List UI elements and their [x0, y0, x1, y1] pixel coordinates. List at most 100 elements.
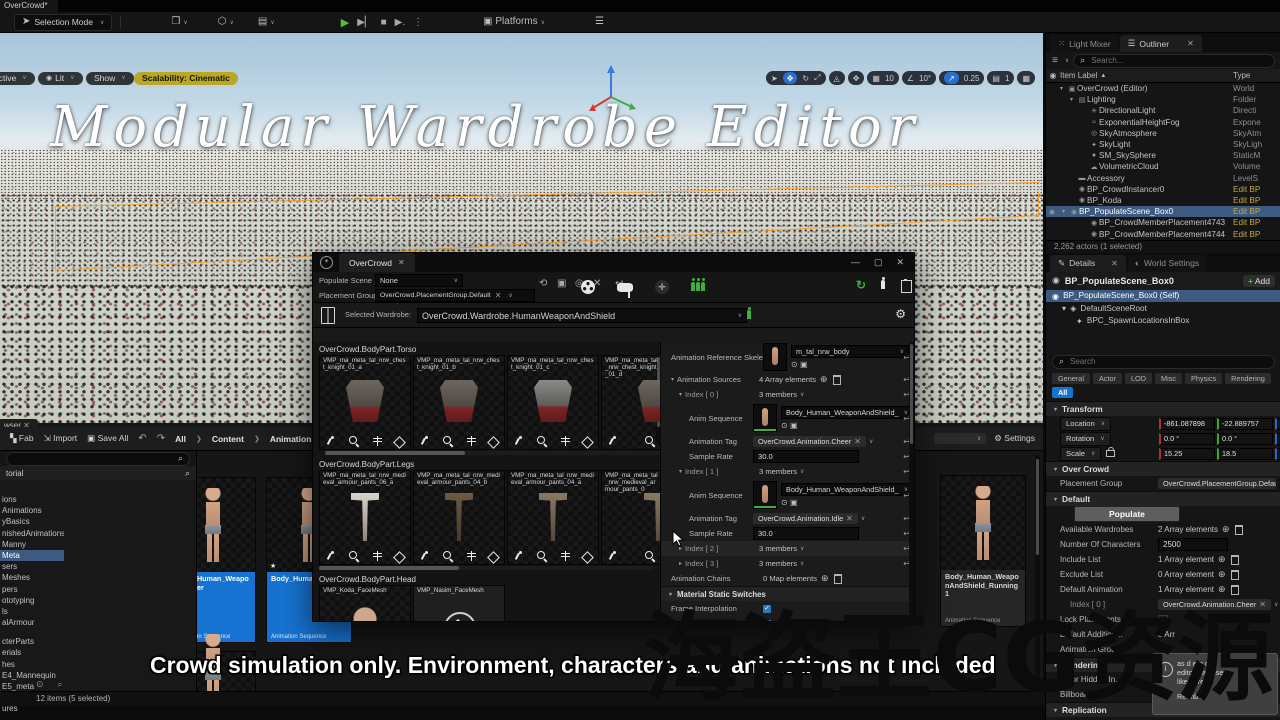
outliner-search[interactable]: ⌕: [1073, 54, 1275, 68]
rotate-tool-icon[interactable]: ↻: [802, 74, 809, 83]
add-element-icon[interactable]: ⊕: [821, 573, 829, 584]
browse-icon[interactable]: ▣: [790, 498, 798, 507]
folder-item[interactable]: sers: [0, 561, 64, 572]
fab-button[interactable]: ▚ Fab: [10, 433, 34, 444]
rotation-y[interactable]: 0.0 °: [1217, 433, 1273, 445]
camera-speed-value[interactable]: 1: [1005, 74, 1009, 83]
skeleton-icon[interactable]: [466, 436, 476, 446]
sample-rate-input[interactable]: 30.0: [753, 527, 859, 540]
outliner-row[interactable]: ◎SkyAtmosphereSkyAtm: [1046, 128, 1280, 139]
selection-mode-dropdown[interactable]: ➤ Selection Mode ∨: [14, 14, 112, 31]
folder-item[interactable]: yBasics: [0, 516, 64, 527]
preview-character-icon[interactable]: [747, 310, 752, 321]
scale-lock-icon[interactable]: [1106, 450, 1115, 457]
outliner-row[interactable]: ●SM_SkySphereStaticM: [1046, 150, 1280, 161]
wardrobe-card[interactable]: VMP_ma_meta_tal_nrw_chest_knight_01_a: [319, 355, 411, 450]
add-element-icon[interactable]: ⊕: [1218, 554, 1226, 565]
tab-world-settings[interactable]: ◐World Settings: [1127, 255, 1207, 272]
skeleton-thumbnail[interactable]: [763, 343, 787, 371]
wardrobe-card[interactable]: VMP_ma_meta_tal_nrw_chest_knight_01_b: [413, 355, 505, 450]
populate-scene-dropdown[interactable]: None∨: [375, 274, 463, 287]
close-icon[interactable]: ✕: [896, 257, 904, 268]
anim-sequence-dropdown[interactable]: Body_Human_WeaponAndShield_∨: [781, 483, 913, 496]
add-element-icon[interactable]: ⊕: [820, 374, 828, 385]
camera-speed-icon[interactable]: ▤: [992, 74, 1000, 83]
chip-rendering[interactable]: Rendering: [1225, 373, 1271, 384]
eye-icon[interactable]: ◉: [1046, 208, 1058, 216]
skeleton-icon[interactable]: [372, 551, 382, 561]
component-row-selected[interactable]: ◉BP_PopulateScene_Box0 (Self): [1046, 290, 1280, 303]
outliner-row[interactable]: ◉BP_KodaEdit BP: [1046, 195, 1280, 206]
details-search-input[interactable]: [1068, 356, 1268, 367]
selected-wardrobe-dropdown[interactable]: OverCrowd.Wardrobe.HumanWeaponAndShield∨: [417, 308, 747, 323]
folder-item[interactable]: Meshes: [0, 572, 64, 583]
placement-group-value[interactable]: OverCrowd.PlacementGroup.Default✕: [1158, 478, 1276, 489]
frame-skip-button[interactable]: ▶▏: [357, 17, 372, 28]
play-to-button[interactable]: ▶.: [395, 17, 405, 28]
person-icon[interactable]: [881, 280, 886, 291]
trash-icon[interactable]: [1231, 570, 1239, 580]
folder-item[interactable]: ls: [0, 606, 64, 617]
view-filter-dropdown[interactable]: ∨: [934, 433, 986, 444]
scale-snap-icon[interactable]: ↗: [944, 72, 959, 84]
folder-item[interactable]: alArmour: [0, 617, 64, 628]
animation-tag-chip[interactable]: OverCrowd.Animation.Cheer✕: [753, 436, 866, 447]
crowd-group-icon[interactable]: [691, 282, 706, 293]
maximize-icon[interactable]: ▢: [874, 257, 883, 268]
trash-icon[interactable]: [1235, 525, 1243, 535]
index-2-row[interactable]: ▸Index [ 2 ]3 members∨↩: [661, 541, 914, 556]
animation-sources-row[interactable]: ▾Animation Sources4 Array elements⊕↩: [661, 372, 914, 387]
breadcrumb-content[interactable]: Content: [212, 434, 244, 444]
lit-mode-button[interactable]: ◉Lit∨: [38, 72, 83, 85]
scale-tool-icon[interactable]: ⤢: [814, 73, 820, 83]
animate-icon[interactable]: [608, 551, 618, 561]
wardrobe-card[interactable]: VMP_ma_meta_tal_nrw_medieval_armour_pant…: [319, 470, 411, 565]
add-actor-icon[interactable]: ❒∨: [171, 17, 187, 27]
local-space-icon[interactable]: ✥: [853, 74, 860, 83]
move-tool-icon[interactable]: ✥: [783, 72, 798, 84]
trash-icon[interactable]: [1231, 555, 1239, 565]
populate-button[interactable]: Populate: [1074, 506, 1180, 522]
type-column[interactable]: Type: [1233, 71, 1280, 80]
folder-item[interactable]: pers: [0, 584, 64, 595]
torso-scrollbar[interactable]: [325, 451, 660, 455]
wardrobe-card[interactable]: VMP_ma_meta_tal_nrw_medieval_armour_pant…: [413, 470, 505, 565]
angle-snap-icon[interactable]: ∠: [907, 74, 914, 83]
folder-item[interactable]: erials: [0, 647, 64, 658]
rotation-z[interactable]: 85: [1275, 433, 1280, 445]
add-element-icon[interactable]: ⊕: [1218, 569, 1226, 580]
film-reel-icon[interactable]: [581, 280, 595, 294]
mesh-icon[interactable]: [581, 551, 594, 564]
location-dropdown[interactable]: Location∨: [1060, 417, 1111, 431]
scale-snap-value[interactable]: 0.25: [964, 74, 980, 83]
outliner-row[interactable]: ☀DirectionalLightDirecti: [1046, 105, 1280, 116]
folder-item[interactable]: hes: [0, 659, 64, 670]
placement-group-chip[interactable]: OverCrowd.PlacementGroup.Default✕∨: [375, 289, 535, 302]
outliner-row[interactable]: ≈ExponentialHeightFogExpone: [1046, 117, 1280, 128]
folder-item[interactable]: ototyping: [0, 595, 64, 606]
cinematics-icon[interactable]: ▤∨: [258, 17, 275, 27]
asset-card[interactable]: ★ Body_Human_Weapon_CheerAnimation Seque…: [197, 477, 256, 643]
wardrobe-card[interactable]: VMP_ma_meta_tal_nrw_chest_knight_01_c: [507, 355, 599, 450]
available-wardrobes-row[interactable]: Available Wardrobes2 Array elements⊕: [1046, 522, 1280, 537]
animate-icon[interactable]: [514, 551, 524, 561]
scale-z[interactable]: 1.0: [1275, 448, 1280, 460]
animate-icon[interactable]: [326, 436, 336, 446]
clipboard-icon[interactable]: [901, 280, 912, 293]
folder-item-selected[interactable]: Meta: [0, 550, 64, 561]
material-switches-header[interactable]: ▾Material Static Switches: [661, 586, 914, 601]
mesh-icon[interactable]: [393, 551, 406, 564]
folder-item[interactable]: cterParts: [0, 636, 64, 647]
item-label-column[interactable]: Item Label: [1060, 71, 1097, 80]
transform-section-header[interactable]: ▾Transform: [1046, 401, 1280, 416]
chip-general[interactable]: General: [1052, 373, 1090, 384]
sidebar-search[interactable]: ⌕: [6, 452, 190, 466]
wardrobe-card[interactable]: VMP_ma_meta_tal_nrw_chest_knight_01_d: [601, 355, 660, 450]
inspect-icon[interactable]: [443, 436, 453, 446]
skeleton-icon[interactable]: [372, 436, 382, 446]
save-all-button[interactable]: ▣ Save All: [87, 433, 128, 444]
play-button[interactable]: ▶: [341, 16, 349, 29]
inspect-icon[interactable]: [537, 436, 547, 446]
inspect-icon[interactable]: [645, 551, 655, 561]
add-component-button[interactable]: + Add: [1243, 275, 1275, 287]
